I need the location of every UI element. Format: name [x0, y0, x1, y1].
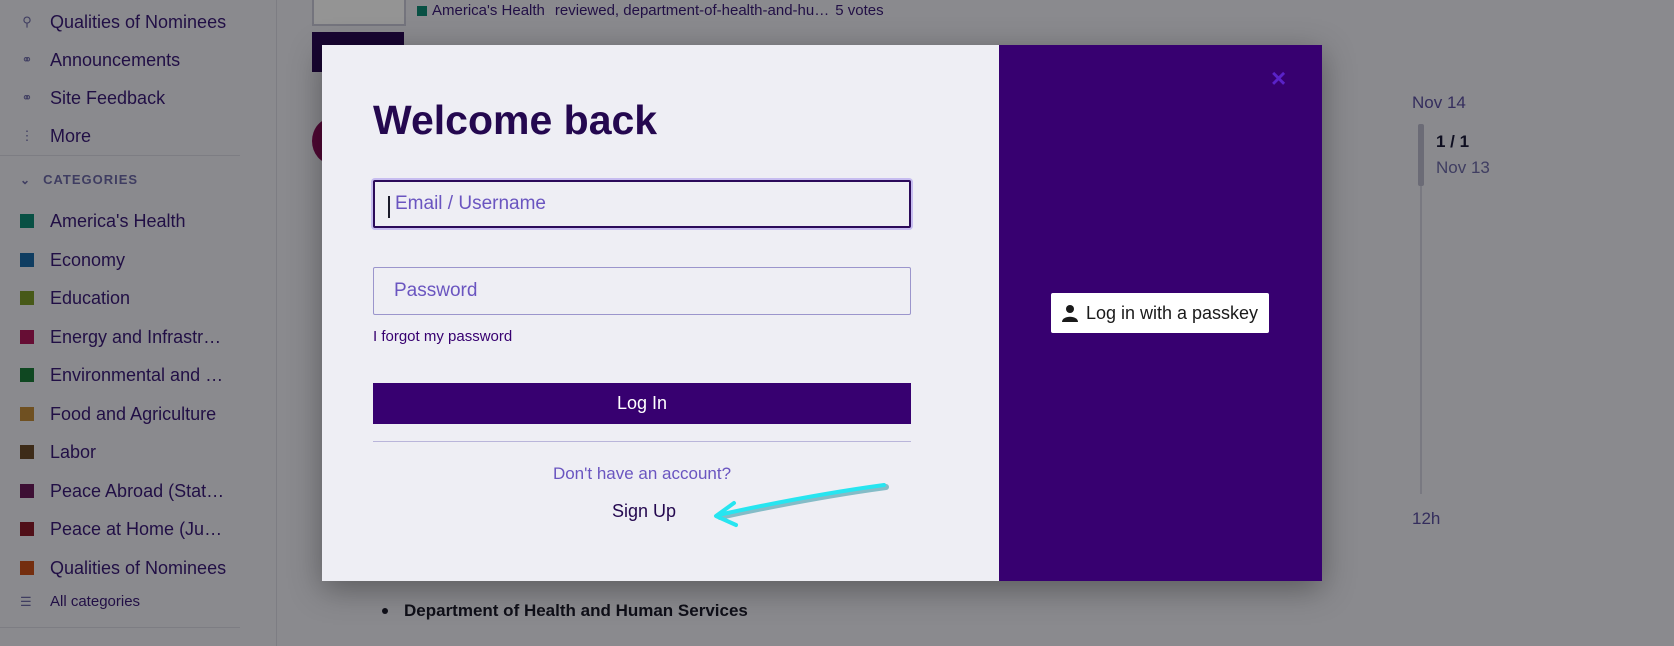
user-icon [1061, 304, 1078, 322]
password-input[interactable] [373, 267, 911, 315]
passkey-panel: × Log in with a passkey [999, 45, 1322, 581]
passkey-login-button[interactable]: Log in with a passkey [1051, 293, 1269, 333]
modal-title: Welcome back [373, 97, 658, 143]
log-in-button[interactable]: Log In [373, 383, 911, 424]
login-form-panel: Welcome back I forgot my password Log In… [322, 45, 999, 581]
text-caret [388, 196, 390, 218]
annotation-arrow-icon [714, 483, 889, 527]
forgot-password-link[interactable]: I forgot my password [373, 328, 512, 345]
email-username-input[interactable] [373, 180, 911, 228]
form-divider [373, 441, 911, 442]
passkey-button-label: Log in with a passkey [1085, 302, 1259, 323]
login-modal: Welcome back I forgot my password Log In… [322, 45, 1322, 581]
sign-up-link[interactable]: Sign Up [612, 501, 676, 522]
close-icon[interactable]: × [1271, 63, 1286, 94]
